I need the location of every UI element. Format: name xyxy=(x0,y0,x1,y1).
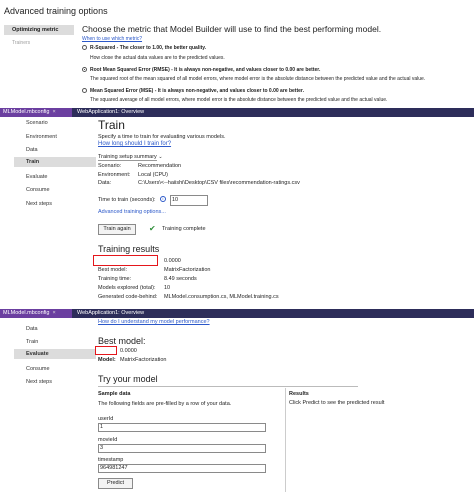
nav-evaluate[interactable]: Evaluate xyxy=(26,174,47,180)
redacted-best-metric xyxy=(95,346,117,355)
nav-next-steps[interactable]: Next steps xyxy=(26,201,52,207)
summary-scenario-label: Scenario: xyxy=(98,163,122,169)
tab-label: MLModel.mbconfig xyxy=(3,310,50,316)
info-icon[interactable]: i xyxy=(160,196,166,202)
field-timestamp-label: timestamp xyxy=(98,457,124,463)
field-userid-label: userId xyxy=(98,416,114,422)
results-title: Results xyxy=(289,391,309,397)
predict-button[interactable]: Predict xyxy=(98,478,133,489)
tab-label: WebApplication1: Overview xyxy=(77,310,145,316)
close-icon[interactable]: × xyxy=(52,310,55,316)
training-complete-status: Training complete xyxy=(162,226,206,232)
radio-r-squared[interactable] xyxy=(82,45,87,50)
side-trainers[interactable]: Trainers xyxy=(12,40,30,46)
nav-next-steps-2[interactable]: Next steps xyxy=(26,379,52,385)
advanced-title: Advanced training options xyxy=(4,6,108,16)
tab-webapplication-overview-2[interactable]: WebApplication1: Overview xyxy=(74,309,147,318)
results-desc: Click Predict to see the predicted resul… xyxy=(289,400,385,406)
best-model-label: Best model: xyxy=(98,267,128,273)
training-time-value: 8.49 seconds xyxy=(164,276,197,282)
side-optimizing-metric-label: Optimizing metric xyxy=(12,27,59,33)
try-model-title: Try your model xyxy=(98,374,158,384)
advanced-options-link[interactable]: Advanced training options... xyxy=(98,209,166,215)
model-label: Model: xyxy=(98,357,116,363)
sample-data-title: Sample data xyxy=(98,391,131,397)
tab-label: MLModel.mbconfig xyxy=(3,109,50,115)
training-time-label: Training time: xyxy=(98,276,132,282)
try-model-divider xyxy=(98,386,358,387)
nav-evaluate-2[interactable]: Evaluate xyxy=(26,351,49,357)
train-desc: Specify a time to train for evaluating v… xyxy=(98,134,226,140)
option-r-squared-label: R-Squared - The closer to 1.00, the bett… xyxy=(90,44,207,51)
metric-help-link[interactable]: When to use which metric? xyxy=(82,36,142,42)
train-again-button[interactable]: Train again xyxy=(98,224,136,235)
close-icon[interactable]: × xyxy=(52,109,55,115)
training-results-title: Training results xyxy=(98,244,160,254)
generated-code-label: Generated code-behind: xyxy=(98,294,158,300)
tab-mlmodel-mbconfig-2[interactable]: MLModel.mbconfig × xyxy=(0,309,72,318)
option-mse-label: Mean Squared Error (MSE) - It is always … xyxy=(90,87,304,94)
nav-train[interactable]: Train xyxy=(26,159,39,165)
results-vertical-divider xyxy=(285,388,286,492)
sample-data-desc: The following fields are pre-filled by a… xyxy=(98,401,232,407)
option-r-squared-desc: How close the actual data values are to … xyxy=(90,55,225,61)
option-rmse-label: Root Mean Squared Error (RMSE) - It is a… xyxy=(90,66,321,73)
training-results-value: 0.0000 xyxy=(164,258,181,264)
nav-consume-2[interactable]: Consume xyxy=(26,366,50,372)
model-value: MatrixFactorization xyxy=(120,357,167,363)
time-label: Time to train (seconds): xyxy=(98,197,156,203)
movieid-input[interactable]: 3 xyxy=(98,444,266,453)
summary-divider xyxy=(98,160,157,161)
radio-mse[interactable] xyxy=(82,88,87,93)
timestamp-input[interactable]: 964981247 xyxy=(98,464,266,473)
generated-code-value: MLModel.consumption.cs, MLModel.training… xyxy=(164,294,279,300)
models-explored-value: 10 xyxy=(164,285,171,291)
tab-label: WebApplication1: Overview xyxy=(77,109,145,115)
models-explored-label: Models explored (total): xyxy=(98,285,156,291)
redacted-metric-label xyxy=(93,255,158,266)
nav-data[interactable]: Data xyxy=(26,147,38,153)
summary-scenario-value: Recommendation xyxy=(138,163,182,169)
tab-mlmodel-mbconfig[interactable]: MLModel.mbconfig × xyxy=(0,108,72,117)
nav-data-2[interactable]: Data xyxy=(26,326,38,332)
summary-data-label: Data: xyxy=(98,180,112,186)
nav-environment[interactable]: Environment xyxy=(26,134,57,140)
summary-data-value: C:\Users\<--haiishi\Desktop\CSV files\re… xyxy=(138,180,300,186)
best-model-metric-value: 0.0000 xyxy=(120,348,137,354)
tab-webapplication-overview[interactable]: WebApplication1: Overview xyxy=(74,108,147,117)
performance-help-link[interactable]: How do I understand my model performance… xyxy=(98,319,210,325)
train-help-link[interactable]: How long should I train for? xyxy=(98,141,171,148)
metric-heading: Choose the metric that Model Builder wil… xyxy=(82,24,382,34)
radio-rmse[interactable] xyxy=(82,67,87,72)
summary-environment-value: Local (CPU) xyxy=(138,172,168,178)
train-title: Train xyxy=(98,118,125,132)
summary-environment-label: Environment: xyxy=(98,172,131,178)
time-input[interactable]: 10 xyxy=(170,195,208,206)
nav-train-2[interactable]: Train xyxy=(26,339,38,345)
userid-input[interactable]: 1 xyxy=(98,423,266,432)
chevron-down-icon[interactable]: ⌄ xyxy=(158,154,162,160)
option-mse-desc: The squared average of all model errors,… xyxy=(90,97,388,103)
best-model-value: MatrixFactorization xyxy=(164,267,211,273)
nav-consume[interactable]: Consume xyxy=(26,187,50,193)
field-movieid-label: movieId xyxy=(98,437,118,443)
nav-scenario[interactable]: Scenario xyxy=(26,120,48,126)
option-rmse-desc: The squared root of the mean squared of … xyxy=(90,76,426,82)
checkmark-icon: ✔ xyxy=(149,224,156,233)
